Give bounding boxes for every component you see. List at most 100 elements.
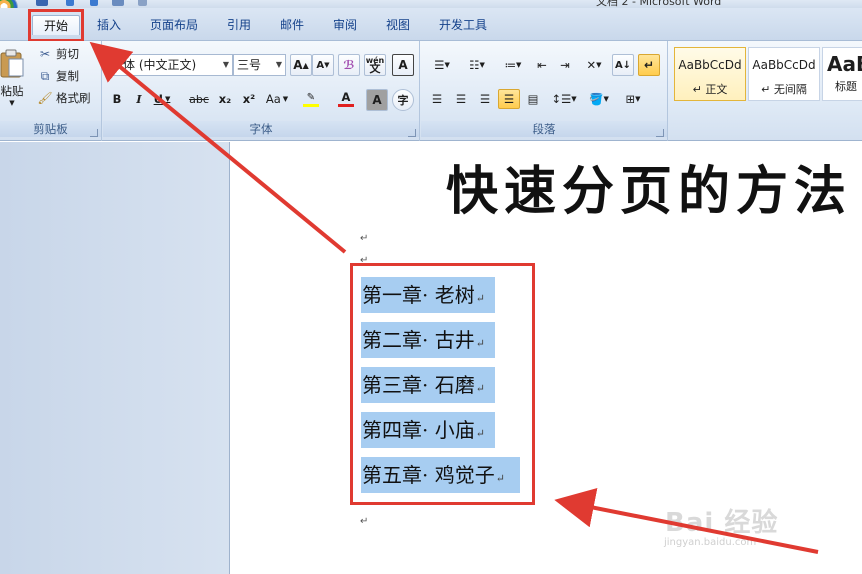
italic-icon: I	[136, 92, 142, 106]
tab-review[interactable]: 审阅	[333, 15, 357, 35]
line-spacing-button[interactable]: ↕☰ ▼	[549, 89, 579, 109]
baidu-watermark: Bai 经验	[665, 508, 779, 538]
justify-button[interactable]: ☰	[498, 89, 520, 109]
font-name-select[interactable]: 宋体 (中文正文) ▼	[107, 54, 233, 76]
tab-references[interactable]: 引用	[227, 15, 251, 35]
shrink-font-icon: A	[316, 59, 325, 71]
chevron-down-icon[interactable]: ▼	[9, 99, 14, 107]
shading-button[interactable]: 🪣 ▼	[584, 89, 614, 109]
style-no-spacing[interactable]: AaBbCcDd ↵ 无间隔	[748, 47, 820, 101]
chinese-layout-button[interactable]: ✕ ▼	[579, 54, 609, 76]
format-painter-button[interactable]: 🖌 格式刷	[37, 90, 90, 106]
cut-label: 剪切	[56, 47, 79, 61]
style-normal-sample: AaBbCcDd	[678, 58, 742, 72]
undo-icon[interactable]	[66, 0, 74, 6]
align-center-button[interactable]: ☰	[450, 89, 472, 109]
style-heading-name: 标题	[835, 80, 857, 93]
font-size-select[interactable]: 三号 ▼	[233, 54, 286, 76]
bullets-button[interactable]: ☰ ▼	[426, 54, 458, 76]
borders-button[interactable]: ⊞ ▼	[618, 89, 648, 109]
line-spacing-icon: ↕☰	[551, 92, 572, 106]
align-right-icon: ☰	[479, 92, 491, 106]
copy-button[interactable]: ⧉ 复制	[38, 68, 79, 84]
font-color-swatch	[338, 104, 354, 107]
clipboard-icon	[0, 49, 24, 78]
superscript-button[interactable]: x²	[239, 89, 259, 109]
char-shading-icon: A	[372, 93, 382, 107]
char-shading-button[interactable]: A	[366, 89, 388, 111]
tab-mailings[interactable]: 邮件	[280, 15, 304, 35]
bold-button[interactable]: B	[107, 89, 127, 109]
align-left-button[interactable]: ☰	[426, 89, 448, 109]
enclose-char-button[interactable]: 字	[392, 89, 414, 111]
font-size-value: 三号	[237, 58, 262, 72]
dialog-launcher-icon[interactable]	[90, 129, 98, 137]
sort-button[interactable]: A↓	[612, 54, 634, 76]
tab-view[interactable]: 视图	[386, 15, 410, 35]
title-bar: 文档 2 - Microsoft Word	[0, 0, 862, 8]
annotation-box-home-tab	[28, 9, 84, 42]
distributed-icon: ▤	[527, 92, 539, 106]
save-icon[interactable]	[36, 0, 48, 6]
highlighter-icon: ✎	[306, 91, 316, 103]
print-preview-icon[interactable]	[112, 0, 124, 6]
change-case-icon: Aa	[265, 92, 281, 106]
document-title[interactable]: 快速分页的方法	[446, 149, 852, 224]
highlight-button[interactable]: ✎	[296, 89, 326, 109]
paragraph-mark: ↵	[360, 516, 369, 527]
baidu-watermark-url: jingyan.baidu.com	[664, 537, 757, 548]
multilevel-list-button[interactable]: ≔ ▼	[497, 54, 529, 76]
style-heading-sample: AaB	[827, 52, 862, 76]
underline-icon: U	[153, 92, 163, 106]
dialog-launcher-icon[interactable]	[656, 129, 664, 137]
cursor-icon[interactable]	[138, 0, 147, 6]
dialog-launcher-icon[interactable]	[408, 129, 416, 137]
superscript-icon: x²	[242, 92, 256, 106]
show-marks-button[interactable]: ↵	[638, 54, 660, 76]
increase-indent-button[interactable]: ⇥	[554, 54, 576, 76]
grow-font-button[interactable]: A ▲	[290, 54, 312, 76]
shrink-font-button[interactable]: A ▼	[312, 54, 334, 76]
underline-button[interactable]: U ▼	[151, 89, 173, 109]
font-group: 宋体 (中文正文) ▼ 三号 ▼ A ▲ A ▼ ℬ wén 文 A B I U ▼ a…	[103, 41, 420, 141]
paragraph-group: ☰ ▼ ☷ ▼ ≔ ▼ ⇤ ⇥ ✕ ▼ A↓ ↵ ☰ ☰ ☰ ☰ ▤ ↕☰ ▼ 🪣 ▼ ⊞ ▼…	[421, 41, 668, 141]
style-normal[interactable]: AaBbCcDd ↵ 正文	[674, 47, 746, 101]
copy-icon: ⧉	[40, 68, 50, 83]
font-color-button[interactable]: A	[331, 89, 361, 109]
annotation-box-selection	[350, 263, 535, 505]
chinese-layout-icon: ✕	[586, 58, 597, 72]
clear-format-button[interactable]: ℬ	[338, 54, 360, 76]
italic-button[interactable]: I	[129, 89, 149, 109]
cut-button[interactable]: ✂ 剪切	[38, 46, 79, 62]
tab-developer[interactable]: 开发工具	[439, 15, 487, 35]
bullets-icon: ☰	[434, 58, 445, 72]
styles-group: AaBbCcDd ↵ 正文 AaBbCcDd ↵ 无间隔 AaB 标题	[669, 41, 862, 141]
ribbon-tab-row: 开始 插入 页面布局 引用 邮件 审阅 视图 开发工具	[0, 8, 862, 41]
chevron-down-icon: ▼	[275, 60, 282, 69]
clipboard-group: 粘贴 ▼ ✂ 剪切 ⧉ 复制 🖌 格式刷 剪贴板	[0, 41, 102, 141]
enclose-char-icon: 字	[397, 94, 409, 107]
strikethrough-button[interactable]: abc	[186, 89, 212, 109]
tab-page-layout[interactable]: 页面布局	[150, 15, 198, 35]
format-painter-icon: 🖌	[37, 91, 53, 105]
char-border-button[interactable]: A	[392, 54, 414, 76]
chevron-down-icon: ▼	[222, 60, 229, 69]
paragraph-group-label: 段落	[421, 121, 667, 137]
distributed-button[interactable]: ▤	[522, 89, 544, 109]
tab-insert[interactable]: 插入	[97, 15, 121, 35]
align-right-button[interactable]: ☰	[474, 89, 496, 109]
redo-icon[interactable]	[90, 0, 98, 6]
ribbon: 粘贴 ▼ ✂ 剪切 ⧉ 复制 🖌 格式刷 剪贴板 宋体 (中文正文) ▼ 三号 …	[0, 41, 862, 141]
change-case-button[interactable]: Aa ▼	[262, 89, 292, 109]
subscript-button[interactable]: x₂	[215, 89, 235, 109]
phonetic-guide-button[interactable]: wén 文	[364, 54, 386, 76]
paste-button[interactable]: 粘贴 ▼	[0, 43, 26, 113]
style-heading[interactable]: AaB 标题	[822, 47, 862, 101]
justify-icon: ☰	[503, 92, 515, 106]
decrease-indent-button[interactable]: ⇤	[531, 54, 553, 76]
style-no-spacing-sample: AaBbCcDd	[752, 58, 816, 72]
borders-icon: ⊞	[625, 92, 636, 106]
left-margin-area	[0, 142, 230, 574]
numbering-button[interactable]: ☷ ▼	[461, 54, 493, 76]
eraser-icon: ℬ	[343, 58, 355, 72]
